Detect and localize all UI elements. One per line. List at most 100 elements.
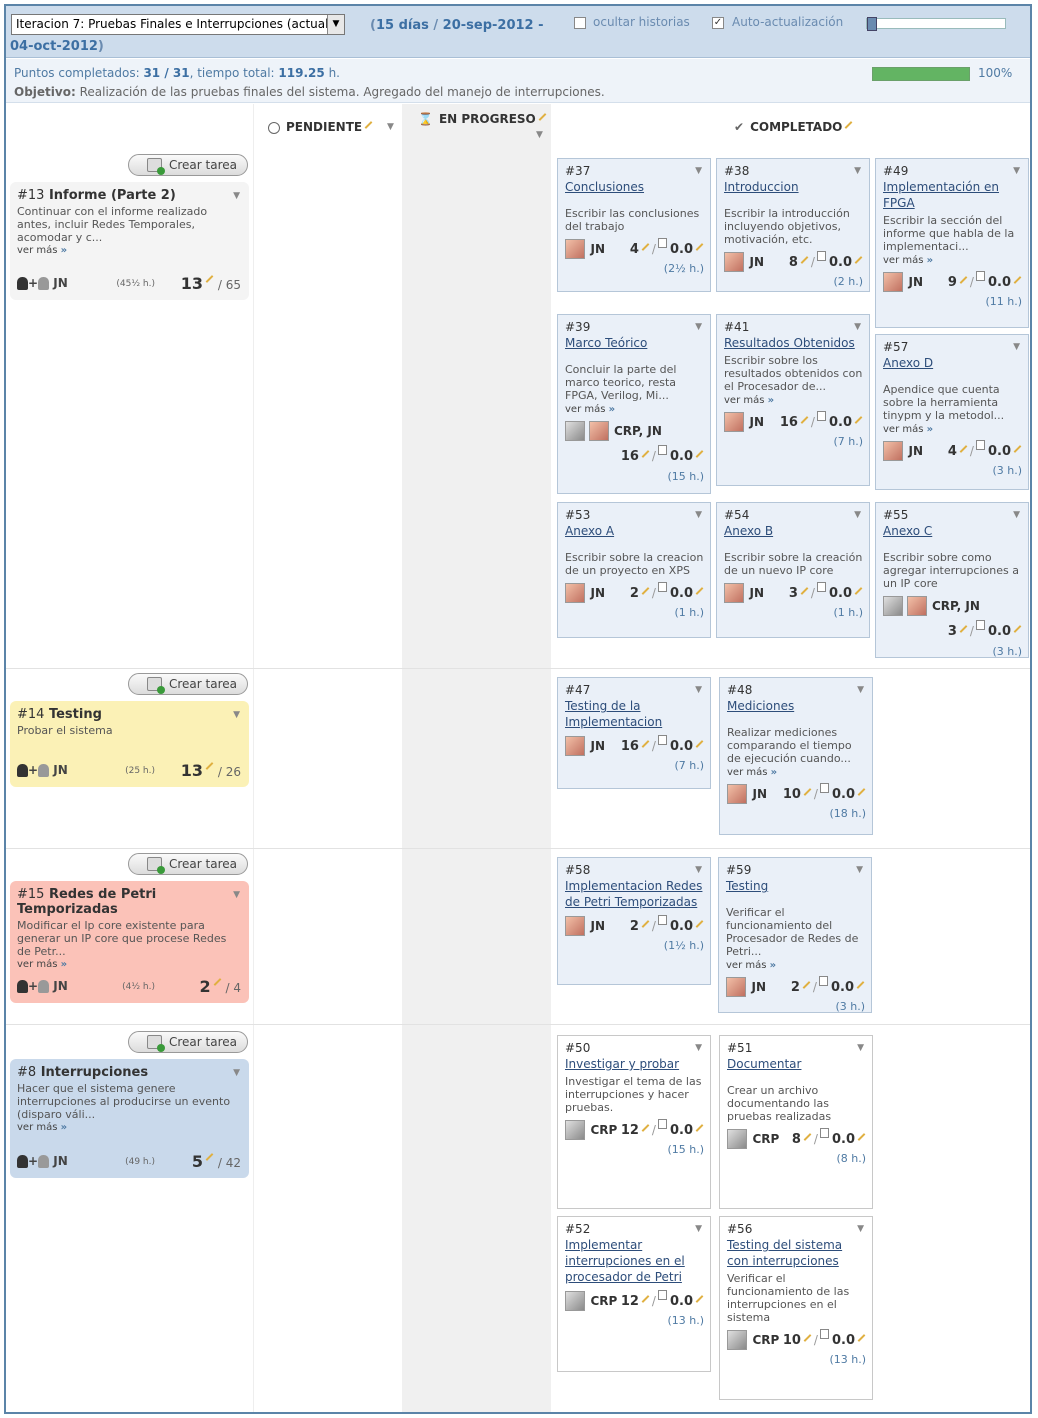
task-title[interactable]: Anexo B (724, 523, 863, 539)
task-title[interactable]: Testing (726, 878, 865, 894)
create-task-button[interactable]: Crear tarea (128, 154, 248, 176)
edit-pencil-icon[interactable] (694, 449, 704, 459)
chevron-down-icon[interactable]: ▼ (857, 685, 864, 695)
see-more-link[interactable]: ver más » (883, 424, 1022, 435)
task-title[interactable]: Implementación en FPGA (883, 179, 1022, 211)
edit-pencil-icon[interactable] (855, 980, 865, 990)
edit-pencil-icon[interactable] (853, 415, 863, 425)
chevron-down-icon[interactable]: ▼ (854, 510, 861, 520)
hide-stories-checkbox[interactable] (574, 17, 586, 29)
task-title[interactable]: Anexo A (565, 523, 704, 539)
edit-pencil-icon[interactable] (958, 275, 968, 285)
story-card[interactable]: ▼ #15 Redes de Petri Temporizadas Modifica… (10, 881, 249, 1003)
refresh-slider[interactable] (866, 17, 1006, 31)
chevron-down-icon[interactable]: ▼ (233, 191, 240, 201)
task-card[interactable]: ▼ #57 Anexo D Apendice que cuenta sobre la … (875, 334, 1029, 490)
edit-pencil-icon[interactable] (853, 586, 863, 596)
edit-pencil-icon[interactable] (958, 444, 968, 454)
task-title[interactable]: Testing del sistema con interrupciones (727, 1237, 866, 1269)
task-card[interactable]: ▼ #48 Mediciones Realizar mediciones compar… (719, 677, 873, 835)
edit-pencil-icon[interactable] (204, 761, 214, 771)
edit-pencil-icon[interactable] (640, 586, 650, 596)
story-card[interactable]: ▼ #8 Interrupciones Hacer que el sistema g… (10, 1059, 249, 1178)
edit-pencil-icon[interactable] (843, 120, 853, 130)
chevron-down-icon[interactable]: ▼ (695, 1043, 702, 1053)
task-title[interactable]: Anexo C (883, 523, 1022, 539)
task-card[interactable]: ▼ #51 Documentar Crear un archivo documenta… (719, 1035, 873, 1209)
chevron-down-icon[interactable]: ▼ (856, 865, 863, 875)
edit-pencil-icon[interactable] (694, 919, 704, 929)
chevron-down-icon[interactable]: ▼ (695, 166, 702, 176)
task-title[interactable]: Mediciones (727, 698, 866, 714)
task-title[interactable]: Anexo D (883, 355, 1022, 371)
task-title[interactable]: Conclusiones (565, 179, 704, 195)
see-more-link[interactable]: ver más » (724, 395, 863, 406)
chevron-down-icon[interactable]: ▼ (1013, 510, 1020, 520)
chevron-down-icon[interactable]: ▼ (233, 890, 240, 900)
edit-pencil-icon[interactable] (694, 586, 704, 596)
task-card[interactable]: ▼ #53 Anexo A Escribir sobre la creacion de… (557, 502, 711, 638)
chevron-down-icon[interactable]: ▼ (1013, 342, 1020, 352)
chevron-down-icon[interactable]: ▼ (857, 1224, 864, 1234)
task-card[interactable]: ▼ #58 Implementacion Redes de Petri Tempor… (557, 857, 711, 985)
edit-pencil-icon[interactable] (694, 1123, 704, 1133)
edit-pencil-icon[interactable] (363, 120, 373, 130)
edit-pencil-icon[interactable] (640, 739, 650, 749)
edit-pencil-icon[interactable] (640, 1294, 650, 1304)
chevron-down-icon[interactable]: ▼ (327, 15, 344, 34)
task-title[interactable]: Resultados Obtenidos (724, 335, 863, 351)
task-title[interactable]: Documentar (727, 1056, 866, 1072)
auto-update-label[interactable]: Auto-actualización (732, 15, 843, 29)
edit-pencil-icon[interactable] (802, 1333, 812, 1343)
see-more-link[interactable]: ver más » (17, 245, 242, 256)
story-card[interactable]: ▼ #14 Testing Probar el sistema + JN (25 h.)… (10, 701, 249, 787)
edit-pencil-icon[interactable] (799, 415, 809, 425)
edit-pencil-icon[interactable] (212, 977, 222, 987)
chevron-down-icon[interactable]: ▼ (854, 166, 861, 176)
edit-pencil-icon[interactable] (537, 112, 547, 122)
chevron-down-icon[interactable]: ▼ (387, 122, 394, 132)
edit-pencil-icon[interactable] (1012, 444, 1022, 454)
task-title[interactable]: Testing de la Implementacion (565, 698, 704, 730)
chevron-down-icon[interactable]: ▼ (536, 130, 543, 140)
edit-pencil-icon[interactable] (694, 1294, 704, 1304)
edit-pencil-icon[interactable] (799, 586, 809, 596)
edit-pencil-icon[interactable] (640, 242, 650, 252)
task-title[interactable]: Introduccion (724, 179, 863, 195)
task-card[interactable]: ▼ #47 Testing de la Implementacion JN 16/0.… (557, 677, 711, 789)
edit-pencil-icon[interactable] (856, 1132, 866, 1142)
task-card[interactable]: ▼ #55 Anexo C Escribir sobre como agregar i… (875, 502, 1029, 658)
chevron-down-icon[interactable]: ▼ (857, 1043, 864, 1053)
edit-pencil-icon[interactable] (856, 787, 866, 797)
chevron-down-icon[interactable]: ▼ (695, 865, 702, 875)
see-more-link[interactable]: ver más » (17, 1122, 242, 1133)
edit-pencil-icon[interactable] (802, 787, 812, 797)
edit-pencil-icon[interactable] (1012, 624, 1022, 634)
edit-pencil-icon[interactable] (640, 449, 650, 459)
slider-knob[interactable] (867, 17, 877, 31)
edit-pencil-icon[interactable] (856, 1333, 866, 1343)
create-task-button[interactable]: Crear tarea (128, 853, 248, 875)
edit-pencil-icon[interactable] (204, 274, 214, 284)
task-card[interactable]: ▼ #37 Conclusiones Escribir las conclusione… (557, 158, 711, 292)
edit-pencil-icon[interactable] (204, 1152, 214, 1162)
see-more-link[interactable]: ver más » (17, 959, 242, 970)
story-card[interactable]: ▼ #13 Informe (Parte 2) Continuar con el i… (10, 182, 249, 300)
task-title[interactable]: Marco Teórico (565, 335, 704, 351)
edit-pencil-icon[interactable] (799, 255, 809, 265)
edit-pencil-icon[interactable] (958, 624, 968, 634)
iteration-select[interactable]: Iteracion 7: Pruebas Finales e Interrupc… (11, 14, 345, 35)
see-more-link[interactable]: ver más » (726, 960, 865, 971)
edit-pencil-icon[interactable] (694, 242, 704, 252)
see-more-link[interactable]: ver más » (727, 767, 866, 778)
see-more-link[interactable]: ver más » (883, 255, 1022, 266)
edit-pencil-icon[interactable] (694, 739, 704, 749)
task-card[interactable]: ▼ #52 Implementar interrupciones en el pro… (557, 1216, 711, 1372)
edit-pencil-icon[interactable] (640, 1123, 650, 1133)
task-card[interactable]: ▼ #49 Implementación en FPGA Escribir la se… (875, 158, 1029, 328)
edit-pencil-icon[interactable] (1012, 275, 1022, 285)
hide-stories-label[interactable]: ocultar historias (593, 15, 690, 29)
task-card[interactable]: ▼ #59 Testing Verificar el funcionamiento d… (718, 857, 872, 1013)
edit-pencil-icon[interactable] (640, 919, 650, 929)
chevron-down-icon[interactable]: ▼ (854, 322, 861, 332)
